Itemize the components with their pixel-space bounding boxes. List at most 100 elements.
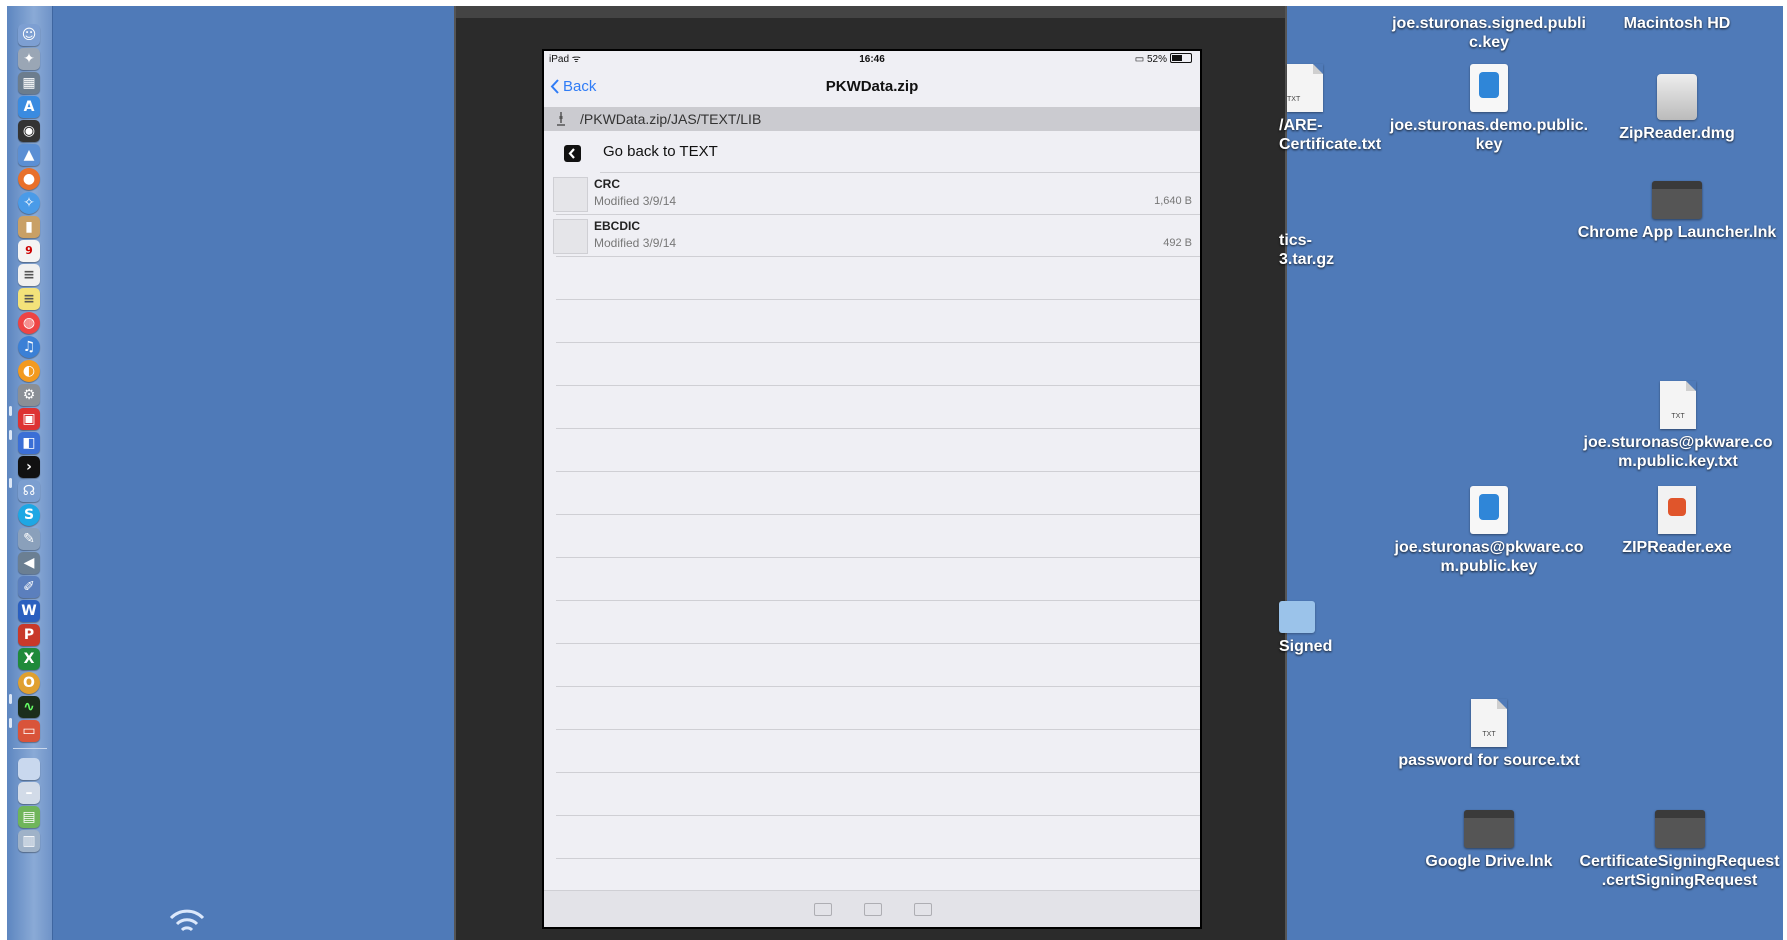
ipad-screen: iPad ᯤ 16:46 ▭ 52% Back PKWData.zip /PKW… — [542, 49, 1202, 929]
desktop-item-demo-public-key[interactable]: joe.sturonas.demo.public. key — [1389, 64, 1589, 154]
empty-row-divider — [556, 514, 1200, 515]
finder-icon[interactable]: ☺ — [18, 24, 40, 46]
desktop-item-label: Google Drive.lnk — [1425, 853, 1553, 870]
desktop-item-certificate-txt[interactable]: TXT /ARE- Certificate.txt — [1279, 64, 1389, 154]
page-title: PKWData.zip — [825, 78, 919, 95]
chrome-icon[interactable]: ◍ — [18, 312, 40, 334]
empty-row-divider — [556, 299, 1200, 300]
path-bar: /PKWData.zip/JAS/TEXT/LIB — [544, 107, 1200, 131]
desktop-item-label: Chrome App Launcher.lnk — [1577, 224, 1777, 241]
desktop-item-label: ZipReader.dmg — [1619, 125, 1735, 142]
virtual-machine-icon[interactable]: ◧ — [18, 432, 40, 454]
outlook-icon[interactable]: O — [18, 672, 40, 694]
desktop-item-label: joe.sturonas@pkware.co m.public.key.txt — [1583, 434, 1773, 470]
desktop-item-label: joe.sturonas.demo.public. key — [1389, 117, 1589, 153]
instruments-icon[interactable]: ✐ — [18, 576, 40, 598]
powerpoint-icon[interactable]: P — [18, 624, 40, 646]
desktop-item-signed-folder[interactable]: Signed — [1279, 601, 1389, 656]
desktop-item-label: joe.sturonas@pkware.co m.public.key — [1394, 539, 1584, 575]
empty-row-divider — [556, 772, 1200, 773]
downloads-stack-icon[interactable]: – — [18, 782, 40, 804]
parallels-icon[interactable]: ▣ — [18, 408, 40, 430]
file-row-ebcdic[interactable]: EBCDIC Modified 3/9/14 492 B — [544, 215, 1200, 257]
desktop-item-label: CertificateSigningRequest .certSigningRe… — [1579, 853, 1780, 889]
desktop-item-zipreader-exe[interactable]: ZIPReader.exe — [1587, 486, 1767, 557]
empty-row-divider — [556, 858, 1200, 859]
empty-row-divider — [556, 600, 1200, 601]
desktop-item-label: tics- 3.tar.gz — [1279, 232, 1335, 268]
disk-image-icon — [1657, 74, 1697, 120]
documents-stack-icon[interactable] — [18, 758, 40, 780]
desktop-item-tar-gz[interactable]: tics- 3.tar.gz — [1279, 231, 1389, 269]
running-indicator — [9, 718, 12, 728]
desktop-item-label: Signed — [1279, 638, 1333, 655]
desktop-item-certificate-signing-request[interactable]: CertificateSigningRequest .certSigningRe… — [1577, 810, 1782, 890]
battery-icon — [1170, 53, 1192, 63]
app-store-icon[interactable]: A — [18, 96, 40, 118]
xcode-icon[interactable]: ✎ — [18, 528, 40, 550]
desktop-item-zipreader-dmg[interactable]: ZipReader.dmg — [1587, 74, 1767, 143]
share-toolbar-icon[interactable] — [914, 903, 932, 916]
folder-icon — [1279, 601, 1315, 633]
text-file-icon: TXT — [1660, 381, 1696, 429]
keynote-file-icon — [1470, 64, 1508, 112]
desktop-item-pkware-public-key[interactable]: joe.sturonas@pkware.co m.public.key — [1389, 486, 1589, 576]
file-size: 492 B — [1163, 237, 1192, 249]
go-back-row[interactable]: Go back to TEXT — [544, 133, 1200, 173]
desktop-item-label: password for source.txt — [1398, 752, 1580, 769]
trash-icon[interactable]: ▥ — [18, 830, 40, 852]
dashboard-icon[interactable]: ◉ — [18, 120, 40, 142]
empty-row-divider — [556, 428, 1200, 429]
shortcut-icon — [1654, 810, 1705, 848]
desktop-item-label: Macintosh HD — [1623, 15, 1731, 32]
skype-icon[interactable]: S — [18, 504, 40, 526]
word-icon[interactable]: W — [18, 600, 40, 622]
textedit-icon[interactable]: ≡ — [18, 264, 40, 286]
running-indicator — [9, 694, 12, 704]
safari-icon[interactable]: ✧ — [18, 192, 40, 214]
back-arrow-icon — [564, 145, 581, 162]
excel-icon[interactable]: X — [18, 648, 40, 670]
desktop-item-google-drive-lnk[interactable]: Google Drive.lnk — [1389, 810, 1589, 871]
file-modified: Modified 3/9/14 — [594, 194, 677, 208]
navigation-bar: Back PKWData.zip — [544, 69, 1200, 109]
desktop-item-signed-public-key[interactable]: joe.sturonas.signed.publi c.key — [1389, 14, 1589, 52]
firefox-icon[interactable]: ● — [18, 168, 40, 190]
mail-toolbar-icon[interactable] — [864, 903, 882, 916]
file-size: 1,640 B — [1154, 195, 1192, 207]
empty-row-divider — [556, 643, 1200, 644]
desktop-item-macintosh-hd[interactable]: Macintosh HD — [1587, 14, 1767, 33]
desktop-item-label: /ARE- Certificate.txt — [1279, 117, 1382, 153]
itunes-icon[interactable]: ♫ — [18, 336, 40, 358]
photo-booth-icon[interactable]: ▭ — [18, 720, 40, 742]
desktop-item-pkware-public-key-txt[interactable]: TXT joe.sturonas@pkware.co m.public.key.… — [1572, 381, 1783, 471]
desktop-item-password-txt[interactable]: TXT password for source.txt — [1389, 699, 1589, 770]
go-back-label: Go back to TEXT — [603, 143, 718, 160]
mission-control-icon[interactable]: ▦ — [18, 72, 40, 94]
running-indicator — [9, 430, 12, 440]
file-icon — [553, 177, 588, 212]
file-row-crc[interactable]: CRC Modified 3/9/14 1,640 B — [544, 173, 1200, 215]
empty-row-divider — [556, 815, 1200, 816]
audio-icon[interactable]: ◀ — [18, 552, 40, 574]
empty-row-divider — [556, 557, 1200, 558]
ibooks-icon[interactable]: ◐ — [18, 360, 40, 382]
desktop-item-chrome-app-launcher[interactable]: Chrome App Launcher.lnk — [1562, 181, 1783, 242]
notes-icon[interactable]: ≡ — [18, 288, 40, 310]
launchpad-icon[interactable]: ✦ — [18, 48, 40, 70]
calendar-icon[interactable]: 9 — [18, 240, 40, 262]
network-icon[interactable]: ☊ — [18, 480, 40, 502]
bottom-toolbar — [544, 890, 1200, 927]
preview-icon[interactable]: ▲ — [18, 144, 40, 166]
apps-stack-icon[interactable]: ▤ — [18, 806, 40, 828]
wifi-icon — [169, 909, 205, 932]
system-preferences-icon[interactable]: ⚙ — [18, 384, 40, 406]
file-modified: Modified 3/9/14 — [594, 236, 677, 250]
activity-monitor-icon[interactable]: ∿ — [18, 696, 40, 718]
preview-toolbar-icon[interactable] — [814, 903, 832, 916]
terminal-icon[interactable]: › — [18, 456, 40, 478]
empty-row-divider — [556, 342, 1200, 343]
battery-indicator: ▭ 52% — [1135, 51, 1192, 69]
contacts-icon[interactable]: ▮ — [18, 216, 40, 238]
exe-file-icon — [1658, 486, 1696, 534]
